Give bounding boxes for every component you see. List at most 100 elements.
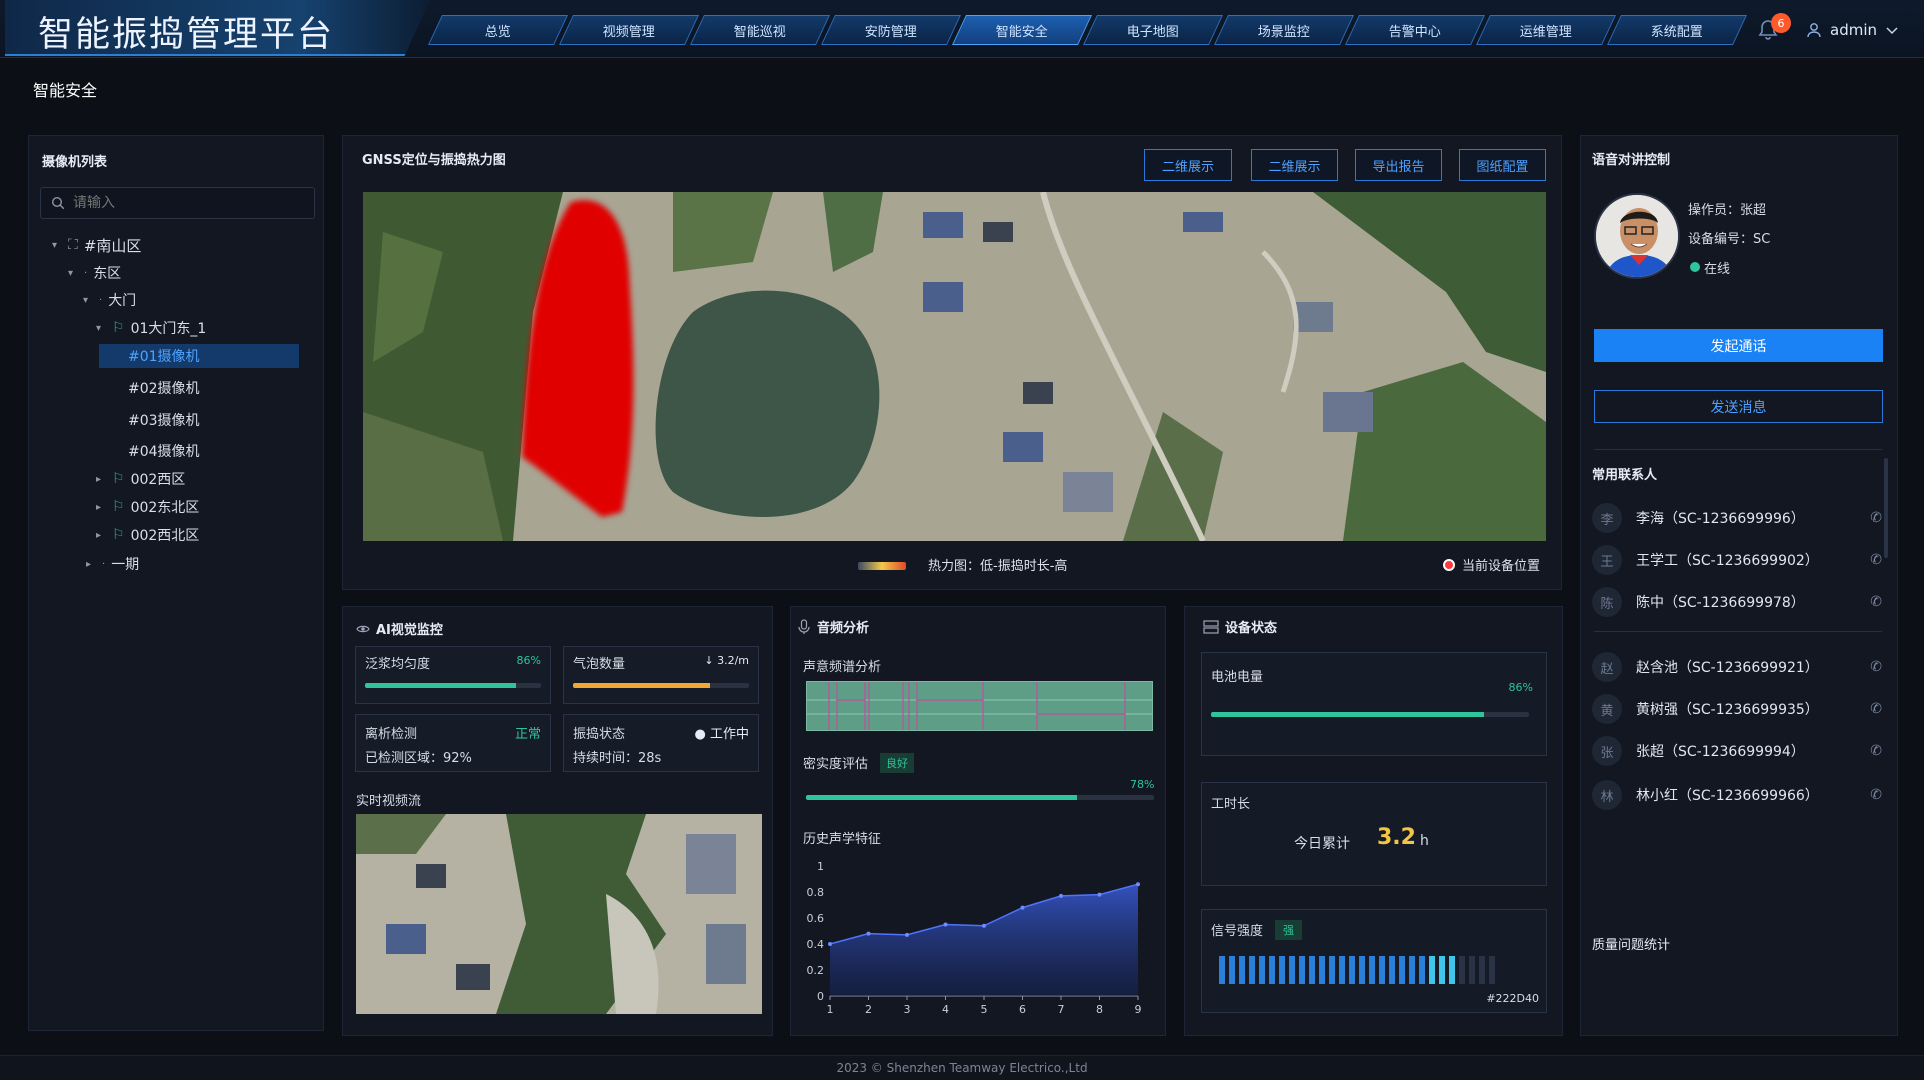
camera-list-title: 摄像机列表 (42, 155, 108, 170)
data-point (943, 922, 948, 927)
data-point (1020, 905, 1025, 910)
signal-bar (1479, 956, 1485, 984)
contact-avatar: 王 (1592, 545, 1622, 575)
tree-node-phase-one[interactable]: ▸ · 一期 (86, 552, 139, 576)
x-tick-label: 8 (1096, 1003, 1103, 1016)
y-tick-label: 0 (817, 990, 824, 1003)
contact-item[interactable]: 张张超（SC-1236699994） ✆ (1592, 736, 1882, 766)
contact-avatar: 陈 (1592, 587, 1622, 617)
signal-bar (1399, 956, 1405, 984)
contact-item[interactable]: 林林小红（SC-1236699966） ✆ (1592, 780, 1882, 810)
signal-bar (1239, 956, 1245, 984)
signal-bar (1439, 956, 1445, 984)
phone-icon[interactable]: ✆ (1870, 659, 1882, 675)
dot-icon: · (84, 267, 88, 279)
contact-item[interactable]: 陈陈中（SC-1236699978） ✆ (1592, 587, 1882, 617)
map-panel-title: GNSS定位与振捣热力图 (362, 153, 506, 168)
contact-item[interactable]: 黄黄树强（SC-1236699935） ✆ (1592, 694, 1882, 724)
contact-item[interactable]: 王王学工（SC-1236699902） ✆ (1592, 545, 1882, 575)
y-tick-label: 0.8 (807, 886, 825, 899)
tree-node-camera-04[interactable]: #04摄像机 (128, 439, 200, 463)
signal-bar (1359, 956, 1365, 984)
tree-node-gate-east[interactable]: ▾ ⚐ 01大门东_1 (96, 316, 206, 340)
contact-item[interactable]: 赵赵含池（SC-1236699921） ✆ (1592, 652, 1882, 682)
operator-avatar (1594, 193, 1680, 279)
signal-bars (1219, 956, 1537, 984)
nav-tab-patrol[interactable]: 智能巡视 (690, 15, 830, 45)
metric-vibration-state: 振捣状态 ● 工作中 持续时间：28s (563, 714, 759, 772)
tree-node-camera-03[interactable]: #03摄像机 (128, 408, 200, 432)
tree-node-east[interactable]: ▾ · 东区 (68, 261, 121, 285)
user-icon (1807, 23, 1821, 38)
search-icon (51, 196, 65, 210)
camera-group-icon: ⚐ (112, 499, 125, 515)
nav-tab-map[interactable]: 电子地图 (1083, 15, 1223, 45)
video-frame (356, 814, 762, 1014)
tree-node-west[interactable]: ▸ ⚐ 002西区 (96, 467, 185, 491)
heatmap-legend-label: 热力图：低-振捣时长-高 (928, 559, 1068, 574)
phone-icon[interactable]: ✆ (1870, 594, 1882, 610)
data-point (982, 923, 986, 928)
data-point (1097, 892, 1102, 897)
send-message-button[interactable]: 发送消息 (1594, 390, 1883, 423)
search-input[interactable] (73, 195, 293, 211)
spectrum-lines (807, 682, 1152, 730)
signal-bar (1349, 956, 1355, 984)
tree-node-nanshan[interactable]: ▾ ⛶ #南山区 (52, 233, 141, 257)
data-point (905, 932, 909, 937)
tree-node-camera-02[interactable]: #02摄像机 (128, 376, 200, 400)
x-tick-label: 2 (865, 1003, 872, 1016)
view-2d-button-alt[interactable]: 二维展示 (1251, 149, 1338, 181)
phone-icon[interactable]: ✆ (1870, 787, 1882, 803)
metric-bubble-count: 气泡数量 ↓ 3.2/m (563, 646, 759, 704)
tree-node-gate[interactable]: ▾ · 大门 (83, 288, 136, 312)
nav-tab-smart-safety[interactable]: 智能安全 (952, 15, 1092, 45)
signal-bar (1279, 956, 1285, 984)
satellite-map[interactable] (363, 192, 1546, 541)
device-position-marker (1443, 559, 1455, 571)
view-2d-button[interactable]: 二维展示 (1144, 149, 1232, 181)
nav-tab-video[interactable]: 视频管理 (559, 15, 699, 45)
density-value: 78% (1130, 778, 1155, 791)
signal-bar (1429, 956, 1435, 984)
audio-panel-header: 音频分析 (797, 617, 869, 636)
worktime-card: 工时长 今日累计 3.2 h (1201, 782, 1547, 886)
signal-bar (1369, 956, 1375, 984)
satellite-image (363, 192, 1546, 541)
nav-tab-scene[interactable]: 场景监控 (1214, 15, 1354, 45)
nav-tab-config[interactable]: 系统配置 (1607, 15, 1747, 45)
tree-node-camera-01[interactable]: #01摄像机 (99, 344, 299, 368)
nav-tab-ops[interactable]: 运维管理 (1476, 15, 1616, 45)
y-tick-label: 0.2 (807, 964, 825, 977)
history-area-chart: 0 0.2 0.4 0.6 0.8 1 1 2 3 4 5 6 7 8 9 (807, 860, 1142, 1016)
operator-name: 操作员：张超 (1688, 203, 1767, 218)
signal-bar (1299, 956, 1305, 984)
phone-icon[interactable]: ✆ (1870, 510, 1882, 526)
username: admin (1830, 21, 1877, 39)
tree-node-northeast[interactable]: ▸ ⚐ 002东北区 (96, 495, 199, 519)
phone-icon[interactable]: ✆ (1870, 743, 1882, 759)
battery-fill (1211, 712, 1485, 717)
x-tick-label: 4 (942, 1003, 949, 1016)
signal-bar (1229, 956, 1235, 984)
phone-icon[interactable]: ✆ (1870, 552, 1882, 568)
signal-bar (1329, 956, 1335, 984)
contacts-scrollbar[interactable] (1884, 458, 1888, 558)
user-menu[interactable]: admin (1806, 18, 1899, 42)
nav-tab-alarm[interactable]: 告警中心 (1345, 15, 1485, 45)
phone-icon[interactable]: ✆ (1870, 701, 1882, 717)
start-call-button[interactable]: 发起通话 (1594, 329, 1883, 362)
tree-node-northwest[interactable]: ▸ ⚐ 002西北区 (96, 523, 199, 547)
nav-tab-overview[interactable]: 总览 (428, 15, 568, 45)
contact-item[interactable]: 李李海（SC-1236699996） ✆ (1592, 503, 1882, 533)
camera-search[interactable] (40, 187, 315, 219)
nav-tab-security[interactable]: 安防管理 (821, 15, 961, 45)
area-icon: ⛶ (68, 237, 78, 253)
data-point (866, 931, 871, 936)
x-tick-label: 9 (1135, 1003, 1142, 1016)
export-report-button[interactable]: 导出报告 (1355, 149, 1442, 181)
signal-card: 信号强度 强 #222D40 (1201, 909, 1547, 1013)
drawing-config-button[interactable]: 图纸配置 (1459, 149, 1546, 181)
video-stream[interactable] (356, 814, 762, 1014)
dot-icon: · (99, 294, 103, 306)
